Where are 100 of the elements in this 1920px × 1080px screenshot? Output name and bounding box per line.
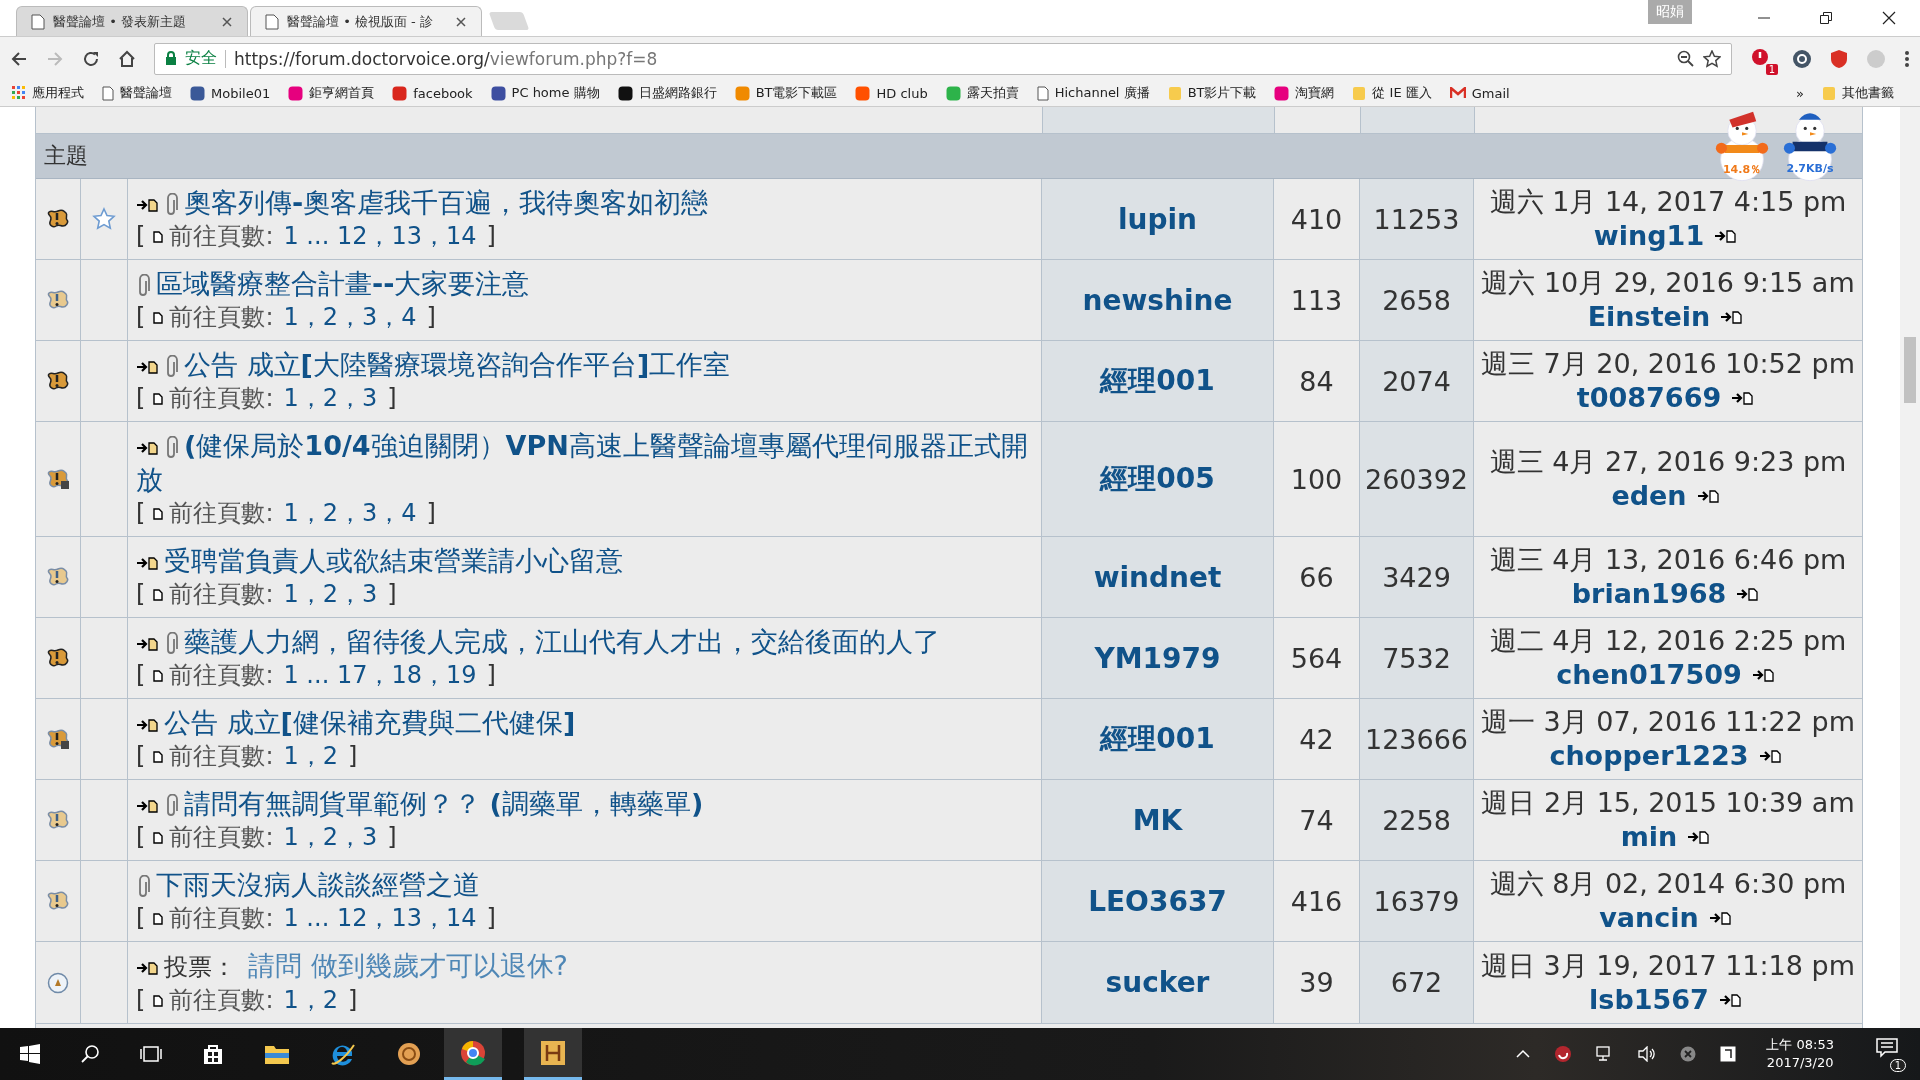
- bookmark-link[interactable]: 淘寶網: [1274, 84, 1335, 102]
- reload-icon[interactable]: [82, 49, 100, 68]
- last-poster-link[interactable]: t0087669: [1576, 381, 1722, 415]
- close-icon[interactable]: [455, 15, 467, 28]
- author-link[interactable]: lupin: [1117, 202, 1198, 236]
- bookmark-link[interactable]: 露天拍賣: [945, 84, 1019, 102]
- task-view-icon[interactable]: [140, 1045, 162, 1063]
- author-link[interactable]: 經理005: [1100, 460, 1215, 498]
- page-links[interactable]: 1，2: [283, 742, 338, 770]
- action-center-button[interactable]: 1: [1874, 1036, 1906, 1072]
- arrow-page-icon[interactable]: [136, 359, 158, 374]
- last-poster-link[interactable]: brian1968: [1571, 577, 1727, 611]
- topic-title-link[interactable]: 奧客列傳-奧客虐我千百遍，我待奧客如初戀: [136, 186, 709, 220]
- bookmark-link[interactable]: 日盛網路銀行: [617, 84, 717, 102]
- topic-title-link[interactable]: 下雨天沒病人談談經營之道: [136, 868, 480, 902]
- bookmark-link[interactable]: HD club: [855, 85, 928, 101]
- last-poster-link[interactable]: Einstein: [1587, 300, 1711, 334]
- arrow-page-icon[interactable]: [1758, 749, 1781, 763]
- topic-title-link[interactable]: 公告 成立[大陸醫療環境咨詢合作平台]工作室: [136, 348, 731, 382]
- close-icon[interactable]: [1882, 11, 1896, 25]
- arrow-page-icon[interactable]: [136, 197, 158, 212]
- arrow-page-icon[interactable]: [136, 440, 158, 455]
- bookmark-link[interactable]: BT影片下載: [1167, 84, 1257, 102]
- last-poster-link[interactable]: wing11: [1593, 219, 1705, 253]
- arrow-page-icon[interactable]: [136, 717, 158, 732]
- browser-tab[interactable]: 醫聲論壇 • 檢視版面 - 診: [250, 6, 482, 36]
- last-poster-link[interactable]: vancin: [1599, 901, 1699, 935]
- bookmark-link[interactable]: 其他書籤: [1822, 84, 1894, 102]
- author-link[interactable]: sucker: [1105, 966, 1210, 999]
- browser-tab[interactable]: 醫聲論壇 • 發表新主題: [16, 6, 248, 36]
- back-icon[interactable]: [10, 49, 28, 68]
- menu-icon[interactable]: [1904, 49, 1910, 68]
- windows-start-icon[interactable]: [20, 1044, 40, 1064]
- bookmark-link[interactable]: PC home 購物: [490, 84, 600, 102]
- arrow-page-icon[interactable]: [1720, 310, 1743, 324]
- last-poster-link[interactable]: lsb1567: [1589, 982, 1709, 1017]
- address-bar[interactable]: 安全 https://forum.doctorvoice.org/viewforum.php?f=8: [154, 42, 1732, 75]
- topic-title-link[interactable]: 公告 成立[健保補充費與二代健保]: [136, 706, 576, 740]
- page-links[interactable]: 1，2: [283, 986, 338, 1014]
- author-link[interactable]: MK: [1132, 803, 1183, 837]
- restore-icon[interactable]: [1820, 12, 1832, 24]
- caret-icon[interactable]: [1516, 1049, 1531, 1059]
- topic-title-link[interactable]: 請問有無調貨單範例？？ (調藥單，轉藥單): [136, 787, 704, 821]
- arrow-page-icon[interactable]: [136, 960, 158, 975]
- error-icon[interactable]: [1680, 1046, 1697, 1062]
- arrow-page-icon[interactable]: [1708, 911, 1731, 925]
- bookmark-link[interactable]: 醫聲論壇: [102, 84, 172, 102]
- more-bookmarks-button[interactable]: »: [1796, 85, 1804, 101]
- arrow-page-icon[interactable]: [136, 636, 158, 651]
- clock[interactable]: 上午 08:53 2017/3/20: [1766, 1036, 1834, 1072]
- bookmark-link[interactable]: 鉅亨網首頁: [288, 84, 375, 102]
- bookmark-link[interactable]: Hichannel 廣播: [1036, 84, 1150, 102]
- store-icon[interactable]: [202, 1043, 224, 1065]
- app-icon[interactable]: [396, 1041, 422, 1067]
- scrollbar[interactable]: [1900, 107, 1920, 1028]
- bookmark-link[interactable]: BT電影下載區: [734, 84, 838, 102]
- star-icon[interactable]: [92, 207, 116, 231]
- last-poster-link[interactable]: min: [1620, 820, 1678, 854]
- volume-icon[interactable]: [1638, 1046, 1657, 1062]
- page-links[interactable]: 1，2，3: [283, 823, 378, 851]
- arrow-page-icon[interactable]: [1731, 391, 1754, 405]
- arrow-page-icon[interactable]: [1718, 992, 1741, 1007]
- page-links[interactable]: 1，2，3，4: [283, 499, 417, 527]
- page-links[interactable]: 1，2，3: [283, 384, 378, 412]
- topic-title-link[interactable]: 藥護人力網，留待後人完成，江山代有人才出，交給後面的人了: [136, 625, 940, 659]
- arrow-page-icon[interactable]: [1714, 229, 1737, 243]
- app-taskbar-button[interactable]: [524, 1028, 582, 1080]
- home-icon[interactable]: [118, 49, 136, 68]
- topic-title-link[interactable]: 受聘當負責人或欲結束營業請小心留意: [136, 544, 623, 578]
- arrow-page-icon[interactable]: [1751, 668, 1774, 682]
- page-links[interactable]: 1 ... 12，13，14: [283, 222, 477, 250]
- replies-count: 113: [1290, 284, 1343, 316]
- arrow-page-icon[interactable]: [1696, 489, 1719, 503]
- bookmark-link[interactable]: 從 IE 匯入: [1352, 84, 1432, 102]
- bookmark-link[interactable]: Gmail: [1449, 85, 1510, 101]
- bookmark-link[interactable]: Mobile01: [190, 85, 271, 101]
- tray-app-icon[interactable]: [1554, 1045, 1573, 1063]
- topic-title-link[interactable]: (健保局於10/4強迫關閉）VPN高速上醫聲論壇專屬代理伺服器正式開放: [136, 429, 1033, 497]
- page-links[interactable]: 1，2，3: [283, 580, 378, 608]
- folder-icon[interactable]: [264, 1043, 290, 1065]
- input-method-icon[interactable]: [1720, 1046, 1737, 1062]
- arrow-page-icon[interactable]: [136, 555, 158, 570]
- bookmark-link[interactable]: facebook: [392, 85, 473, 101]
- page-links[interactable]: 1 ... 12，13，14: [283, 904, 477, 932]
- page-links[interactable]: 1 ... 17，18，19: [283, 661, 477, 689]
- extension-icon[interactable]: [1792, 48, 1812, 69]
- zoom-out-icon[interactable]: [1677, 49, 1695, 68]
- arrow-page-icon[interactable]: [1687, 830, 1710, 844]
- last-poster-link[interactable]: eden: [1611, 479, 1687, 513]
- bookmark-link[interactable]: 應用程式: [12, 84, 84, 102]
- bookmark-star-icon[interactable]: [1703, 49, 1721, 68]
- last-poster-link[interactable]: chopper1223: [1549, 739, 1749, 773]
- search-icon[interactable]: [80, 1044, 100, 1064]
- arrow-page-icon[interactable]: [136, 798, 158, 813]
- shield-icon[interactable]: [1830, 48, 1848, 69]
- page-links[interactable]: 1，2，3，4: [283, 303, 417, 331]
- browser-taskbar-button[interactable]: [444, 1028, 502, 1080]
- last-poster-link[interactable]: chen017509: [1556, 658, 1742, 692]
- arrow-page-icon[interactable]: [1736, 587, 1759, 601]
- topic-title-link[interactable]: 區域醫療整合計畫--大家要注意: [136, 267, 530, 301]
